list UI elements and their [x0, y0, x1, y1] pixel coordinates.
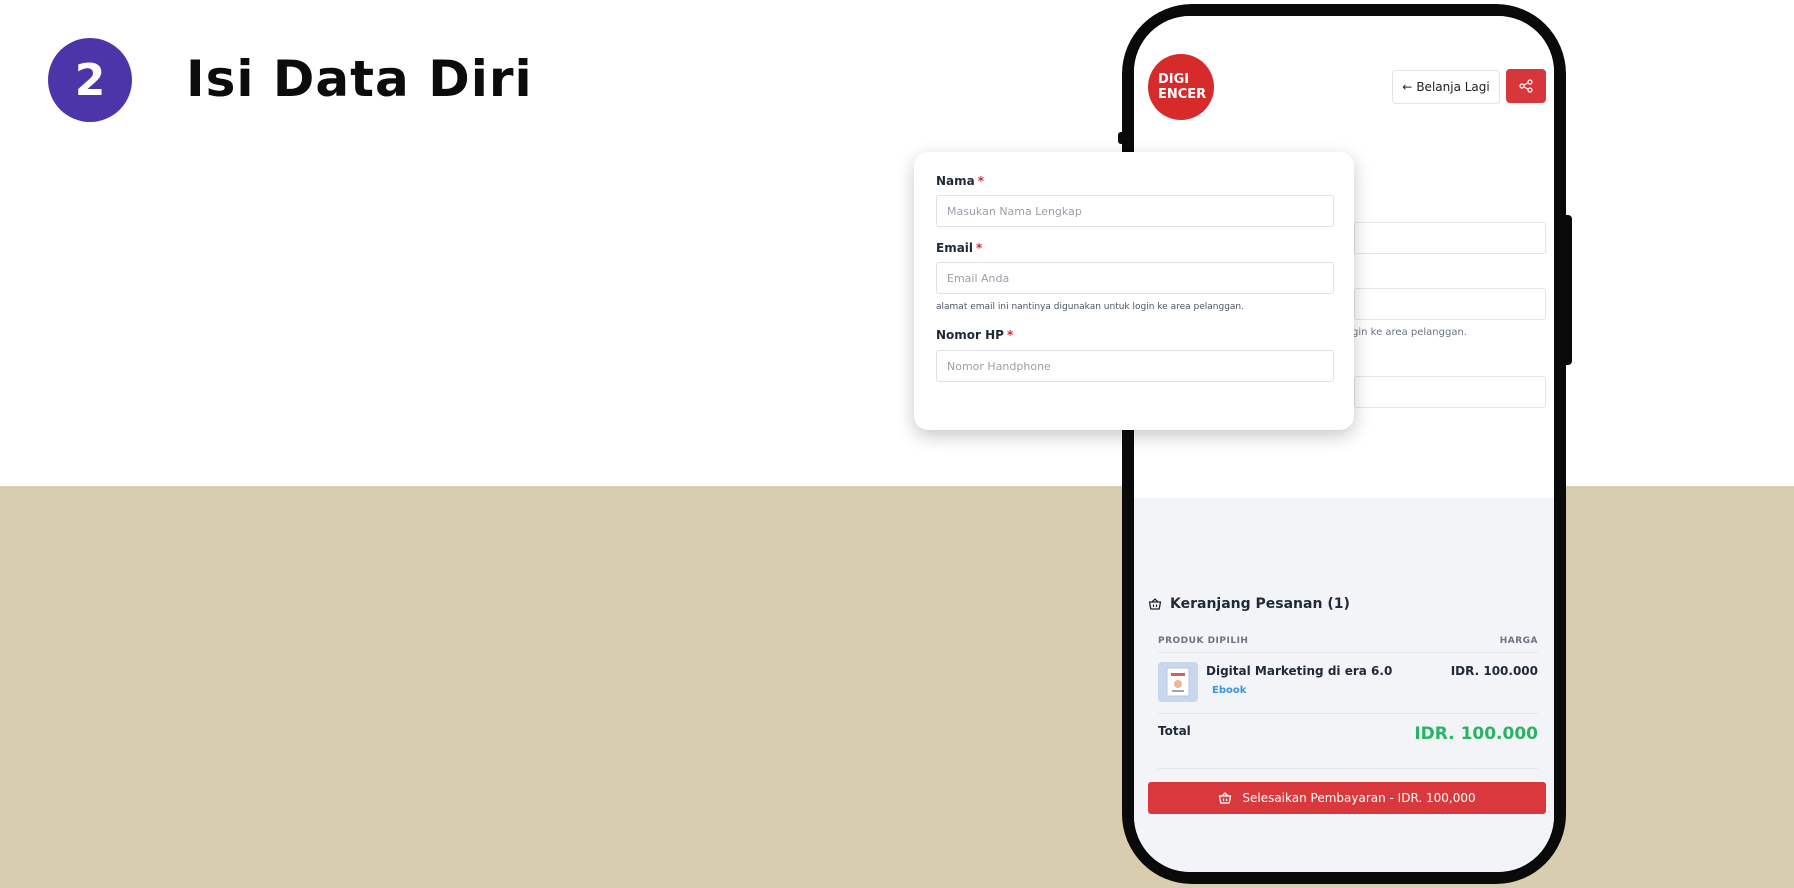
- complete-payment-button[interactable]: Selesaikan Pembayaran - IDR. 100,000: [1148, 782, 1546, 814]
- required-mark: *: [977, 174, 985, 188]
- email-help-text: alamat email ini nantinya digunakan untu…: [936, 302, 1244, 312]
- divider: [1158, 652, 1538, 653]
- phone-label-text: Nomor HP: [936, 328, 1004, 342]
- basket-icon: [1148, 598, 1162, 610]
- column-price-header: HARGA: [1499, 636, 1538, 646]
- email-field-behind: [1354, 288, 1546, 320]
- book-cover-icon: [1166, 667, 1190, 697]
- back-to-shop-button[interactable]: ← Belanja Lagi: [1392, 70, 1500, 104]
- email-input[interactable]: [936, 262, 1334, 294]
- product-name: Digital Marketing di era 6.0: [1206, 664, 1393, 678]
- logo-line-2: ENCER: [1158, 87, 1207, 102]
- phone-input[interactable]: [936, 350, 1334, 382]
- total-label: Total: [1158, 724, 1191, 738]
- arrow-left-icon: ←: [1402, 80, 1413, 94]
- email-label-text: Email: [936, 241, 974, 255]
- required-mark: *: [976, 241, 983, 255]
- book-thumbnail: [1158, 662, 1198, 702]
- step-title: Isi Data Diri: [186, 50, 533, 108]
- cart-header: Keranjang Pesanan (1): [1148, 596, 1350, 612]
- cart-title: Keranjang Pesanan (1): [1170, 596, 1350, 612]
- divider: [1158, 713, 1538, 714]
- complete-payment-label: Selesaikan Pembayaran - IDR. 100,000: [1242, 791, 1476, 805]
- share-icon: [1519, 79, 1533, 93]
- name-input[interactable]: [936, 195, 1334, 227]
- logo-line-1: DIGI: [1158, 72, 1190, 87]
- divider: [1158, 768, 1538, 769]
- phone-field-behind: [1354, 376, 1546, 408]
- email-label: Email *: [936, 241, 982, 255]
- basket-icon: [1219, 792, 1232, 804]
- phone-button-right: [1560, 215, 1572, 365]
- back-to-shop-label: Belanja Lagi: [1416, 80, 1490, 94]
- product-type-badge: Ebook: [1212, 685, 1247, 696]
- phone-label: Nomor HP *: [936, 328, 1013, 342]
- name-field-behind: [1354, 222, 1546, 254]
- personal-data-card: Nama* Email* alamat email ini nantinya d…: [914, 152, 1354, 430]
- name-label: Nama *: [936, 174, 984, 188]
- name-label-text: Nama: [936, 174, 975, 188]
- column-product-header: PRODUK DIPILIH: [1158, 636, 1249, 646]
- total-value: IDR. 100.000: [1414, 724, 1538, 744]
- share-button[interactable]: [1506, 69, 1546, 103]
- brand-logo[interactable]: DIGI ENCER: [1148, 54, 1214, 120]
- product-price: IDR. 100.000: [1450, 664, 1538, 678]
- step-number-badge: 2: [48, 38, 132, 122]
- required-mark: *: [1006, 328, 1014, 342]
- phone-screen: DIGI ENCER ← Belanja Lagi gin ke area pe…: [1134, 16, 1554, 872]
- email-help-behind: gin ke area pelanggan.: [1352, 327, 1467, 338]
